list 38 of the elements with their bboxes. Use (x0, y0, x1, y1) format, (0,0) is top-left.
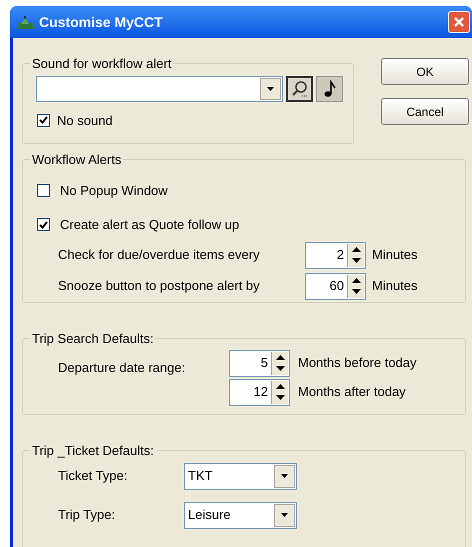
caret-icon (281, 474, 288, 478)
music-note-icon (324, 80, 336, 98)
number-spinner[interactable]: 5 (229, 350, 290, 376)
magnifier-icon (290, 80, 308, 98)
dropdown[interactable]: TKT (184, 462, 297, 490)
number-spinner[interactable]: 60 (305, 272, 366, 300)
group-title: Trip _Ticket Defaults: (31, 442, 155, 460)
checkbox-label: Create alert as Quote follow up (60, 216, 240, 234)
checkbox-label: No Popup Window (60, 182, 168, 200)
checkbox[interactable] (37, 218, 50, 232)
dialog-button[interactable]: Cancel (381, 98, 469, 125)
close-icon (453, 16, 465, 28)
unit-label: Minutes (372, 277, 418, 296)
group-title: Sound for workflow alert (31, 55, 172, 73)
field-label: Snooze button to postpone alert by (58, 277, 261, 296)
field-label: Departure date range: (57, 358, 186, 377)
app-icon (16, 14, 34, 30)
field-label: Trip Type: (57, 506, 116, 524)
checkbox-label: No sound (57, 112, 113, 130)
unit-label: Months after today (298, 383, 406, 402)
unit-label: Months before today (298, 354, 417, 372)
caret-icon (281, 513, 288, 517)
group-title: Workflow Alerts (31, 151, 122, 169)
checkbox[interactable] (37, 184, 50, 197)
search-button[interactable] (286, 76, 313, 102)
number-spinner[interactable]: 12 (229, 378, 290, 406)
window-title: Customise MyCCT (39, 12, 163, 32)
dropdown[interactable]: Leisure (184, 502, 297, 528)
caret-icon (267, 86, 274, 90)
dialog-button[interactable]: OK (381, 58, 469, 85)
number-spinner[interactable]: 2 (305, 242, 366, 268)
field-label: Ticket Type: (57, 467, 128, 486)
close-button[interactable] (448, 11, 470, 33)
checkbox[interactable] (37, 114, 50, 127)
group-title: Trip Search Defaults: (31, 330, 155, 348)
field-label: Check for due/overdue items every (58, 246, 261, 264)
play-sound-button[interactable] (316, 76, 343, 102)
unit-label: Minutes (372, 246, 418, 264)
